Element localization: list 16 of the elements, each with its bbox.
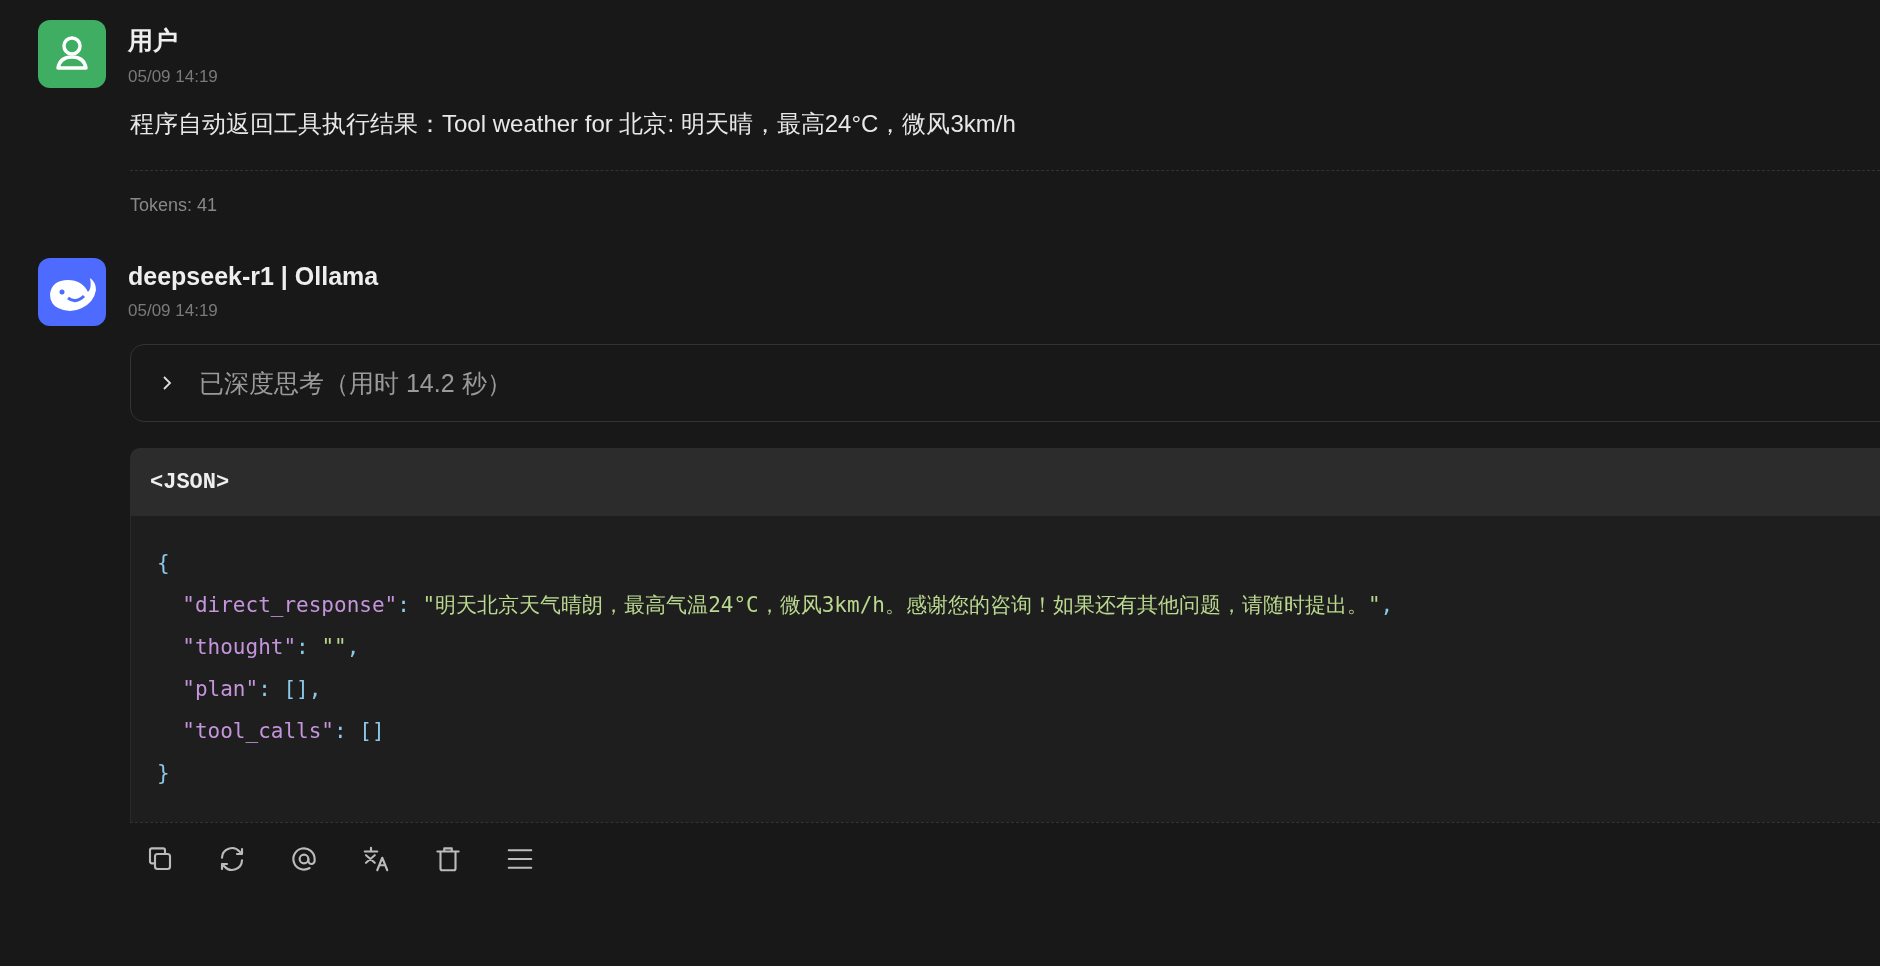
user-avatar-icon [38, 20, 106, 88]
code-line: } [157, 760, 171, 787]
author-name: deepseek-r1 | Ollama [128, 262, 379, 291]
code-line: "tool_calls": [] [181, 718, 386, 745]
author-name: 用户 [128, 25, 179, 56]
code-line: { [157, 550, 171, 577]
code-line: "direct_response": "明天北京天气晴朗，最高气温24°C，微风3km/h。感谢您的咨询！如果还有其他问题，请随时提出。", [181, 592, 1395, 619]
token-count: Tokens: 41 [130, 195, 218, 215]
message-time: 05/09 14:19 [128, 67, 218, 87]
message-text: 程序自动返回工具执行结果：Tool weather for 北京: 明天晴，最高24°C，微风3km/h [130, 109, 1017, 139]
message-time: 05/09 14:19 [128, 301, 219, 321]
code-language: <JSON> [150, 469, 230, 495]
thinking-toggle[interactable]: 已深度思考（用时 14.2 秒） [130, 344, 1880, 422]
code-line: "thought": "", [181, 634, 361, 661]
code-line: "plan": [], [181, 676, 323, 703]
whale-avatar-icon [38, 258, 106, 326]
